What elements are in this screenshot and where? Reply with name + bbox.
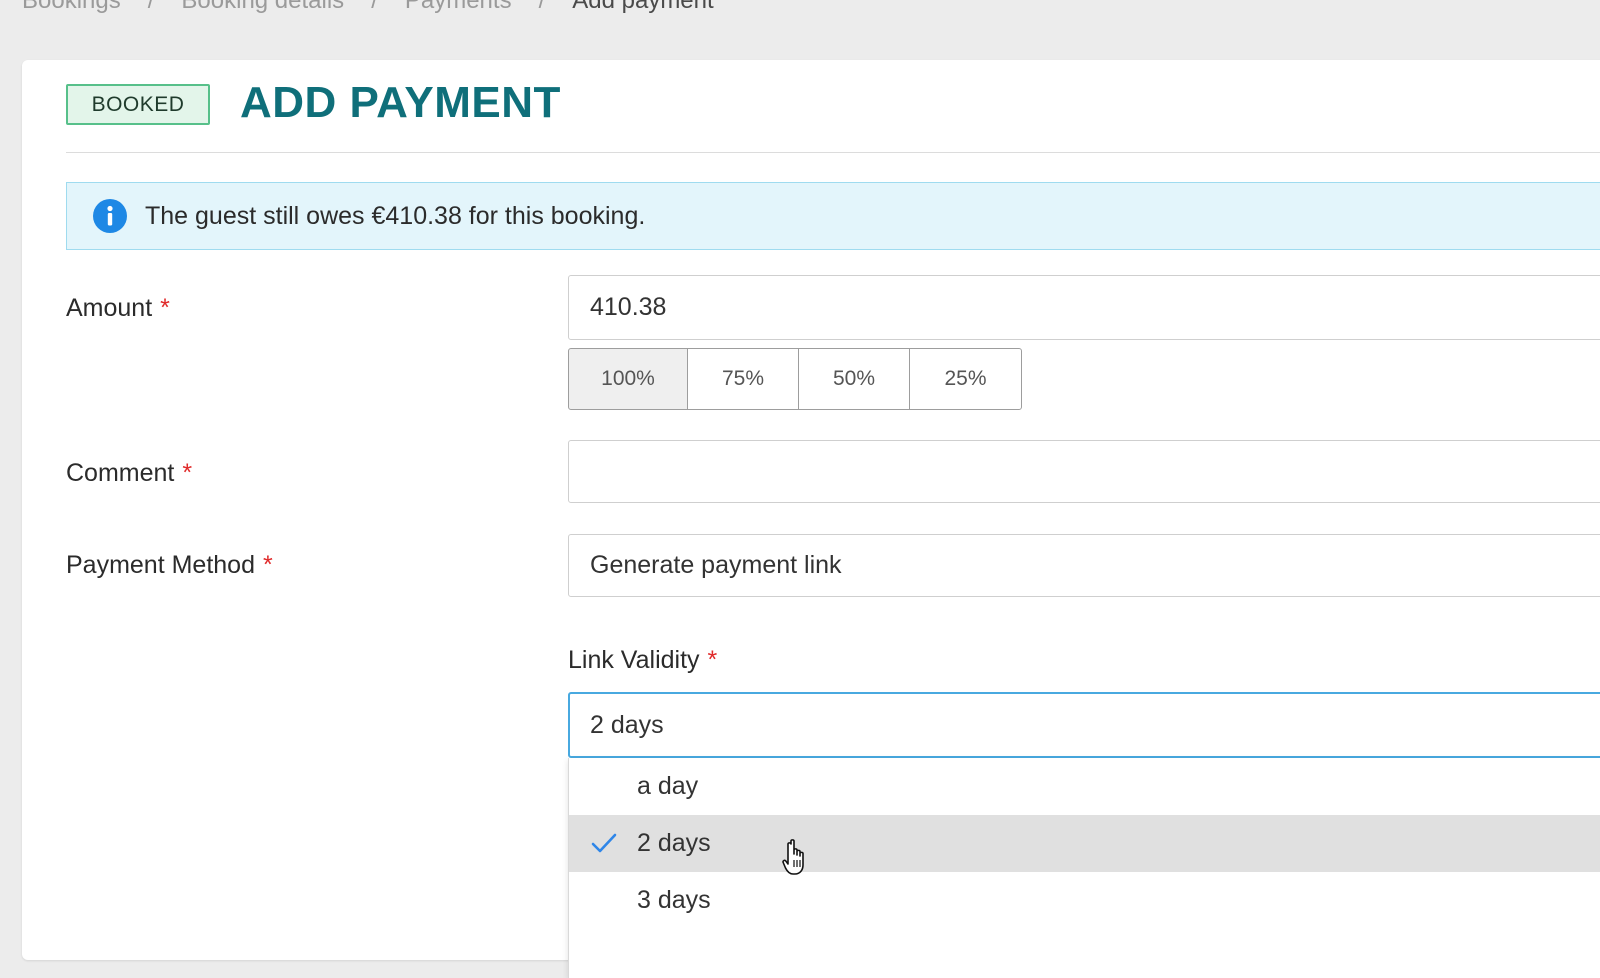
link-validity-label: Link Validity * (568, 646, 717, 675)
alert-text: The guest still owes €410.38 for this bo… (145, 201, 646, 230)
breadcrumb-booking-details[interactable]: Booking details (181, 0, 344, 15)
percent-75-button[interactable]: 75% (687, 348, 799, 410)
link-validity-label-text: Link Validity (568, 646, 700, 674)
option-label: 3 days (637, 886, 711, 914)
breadcrumb-current: Add payment (572, 0, 714, 14)
hand-cursor-icon (782, 838, 810, 878)
required-asterisk: * (182, 459, 193, 487)
page-title: ADD PAYMENT (240, 78, 561, 127)
payment-method-label: Payment Method * (66, 551, 273, 580)
info-icon (93, 199, 127, 233)
breadcrumb-separator: / (538, 0, 546, 14)
amount-label-text: Amount (66, 294, 153, 322)
option-2-days[interactable]: 2 days (569, 815, 1600, 872)
comment-label: Comment * (66, 459, 192, 488)
breadcrumb-separator: / (371, 0, 378, 14)
amount-input[interactable]: 410.38 (568, 275, 1600, 340)
link-validity-value: 2 days (590, 710, 664, 739)
percent-100-button[interactable]: 100% (568, 348, 688, 410)
percent-button-group: 100% 75% 50% 25% (568, 348, 1022, 410)
page-header: BOOKED ADD PAYMENT (66, 78, 1600, 153)
payment-method-select[interactable]: Generate payment link (568, 534, 1600, 597)
checkmark-icon (589, 829, 619, 857)
link-validity-select[interactable]: 2 days (568, 692, 1600, 758)
breadcrumb: Bookings / Booking details / Payments / … (22, 0, 714, 16)
payment-method-value: Generate payment link (590, 551, 842, 579)
percent-25-button[interactable]: 25% (909, 348, 1022, 410)
option-label: a day (637, 772, 699, 800)
breadcrumb-payments[interactable]: Payments (405, 0, 512, 15)
required-asterisk: * (160, 294, 170, 322)
comment-input[interactable] (568, 440, 1600, 503)
option-a-day[interactable]: a day (569, 758, 1600, 815)
breadcrumb-separator: / (147, 0, 155, 14)
option-3-days[interactable]: 3 days (569, 872, 1600, 929)
required-asterisk: * (263, 551, 273, 579)
status-badge: BOOKED (66, 84, 210, 125)
percent-50-button[interactable]: 50% (798, 348, 910, 410)
option-label: 2 days (637, 829, 711, 857)
amount-value: 410.38 (590, 293, 667, 321)
comment-label-text: Comment (66, 459, 175, 487)
link-validity-dropdown: a day 2 days 3 days (568, 758, 1600, 978)
amount-label: Amount * (66, 294, 170, 323)
info-alert: The guest still owes €410.38 for this bo… (66, 182, 1600, 250)
required-asterisk: * (707, 646, 718, 674)
breadcrumb-bookings[interactable]: Bookings (22, 0, 121, 15)
payment-method-label-text: Payment Method (66, 551, 255, 579)
